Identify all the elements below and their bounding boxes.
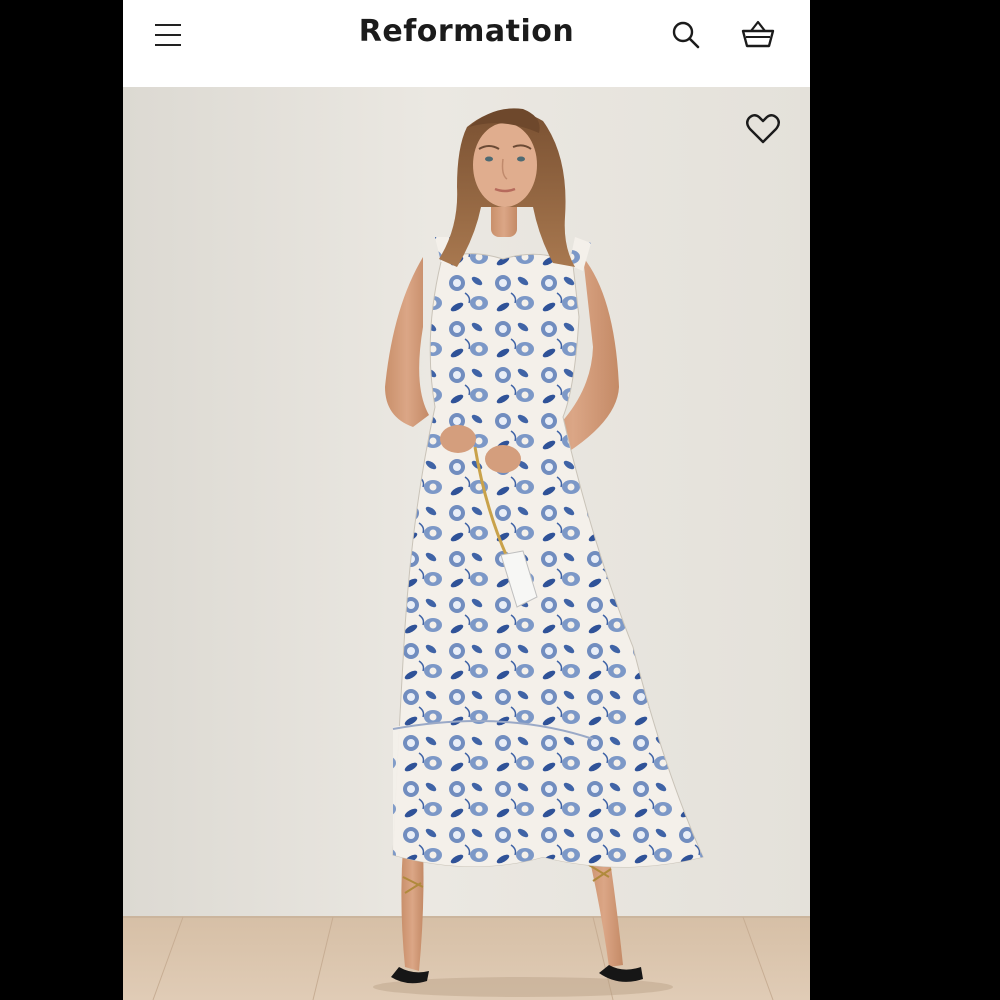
model-in-blue-floral-dress bbox=[123, 87, 810, 1000]
basket-icon bbox=[741, 20, 775, 48]
mobile-viewport: Reformation bbox=[123, 0, 810, 1000]
cart-button[interactable] bbox=[737, 16, 779, 54]
search-icon bbox=[672, 21, 700, 49]
site-header: Reformation bbox=[123, 0, 810, 87]
brand-logo[interactable]: Reformation bbox=[123, 14, 810, 49]
favorite-button[interactable] bbox=[743, 109, 783, 149]
heart-icon bbox=[746, 114, 780, 144]
product-hero-image[interactable] bbox=[123, 87, 810, 1000]
search-button[interactable] bbox=[667, 16, 705, 54]
